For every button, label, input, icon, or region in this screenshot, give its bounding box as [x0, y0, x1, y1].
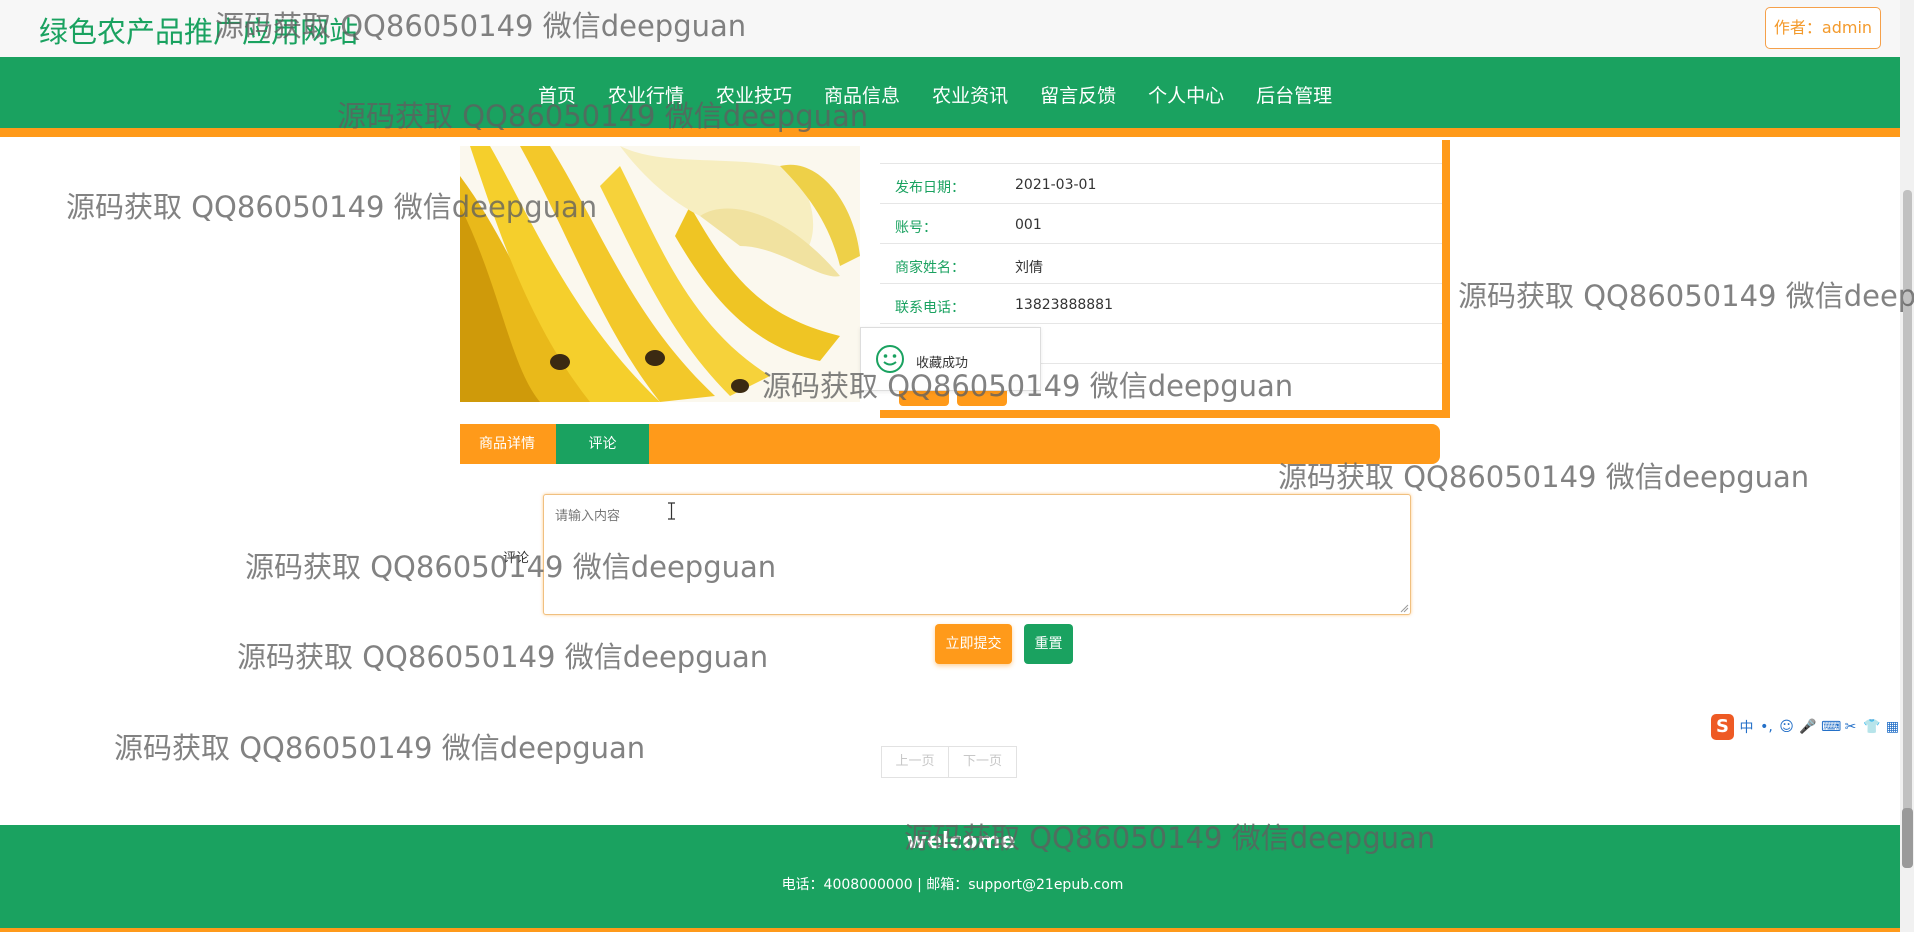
detail-label: 发布日期： [895, 180, 965, 196]
main-nav: 首页 农业行情 农业技巧 商品信息 农业资讯 留言反馈 个人中心 后台管理 [0, 57, 1900, 137]
cart-button[interactable] [957, 390, 1007, 406]
ime-toolbar: S 中 •, ☺ 🎤 ⌨ ✂ 👕 ▦ [1711, 714, 1900, 740]
detail-row-publish-date: 发布日期： 2021-03-01 [880, 164, 1442, 204]
ime-keyboard-icon[interactable]: ⌨ [1821, 719, 1841, 735]
toast-message: 收藏成功 [860, 327, 1041, 391]
tab-product-detail[interactable]: 商品详情 [460, 424, 554, 464]
nav-item-products[interactable]: 商品信息 [824, 81, 900, 108]
watermark: 源码获取 QQ86050149 微信deepguan [114, 731, 646, 765]
nav-list: 首页 农业行情 农业技巧 商品信息 农业资讯 留言反馈 个人中心 后台管理 [538, 81, 1364, 108]
nav-item-feedback[interactable]: 留言反馈 [1040, 81, 1116, 108]
detail-label: 账号： [895, 220, 937, 236]
nav-item-home[interactable]: 首页 [538, 81, 576, 108]
watermark: 源码获取 QQ86050149 微信deepguan [237, 640, 769, 674]
favorite-button[interactable] [899, 390, 949, 406]
tab-bar: 商品详情 评论 [460, 424, 1440, 464]
scroll-thumb[interactable] [1903, 190, 1912, 840]
scroll-thumb-handle[interactable] [1902, 808, 1913, 868]
detail-label: 商家姓名： [895, 260, 965, 276]
top-bar: 绿色农产品推广应用网站 作者：admin [0, 0, 1900, 57]
watermark: 源码获取 QQ86050149 微信deepguan [1458, 279, 1914, 313]
nav-item-admin[interactable]: 后台管理 [1256, 81, 1332, 108]
detail-row-cut [880, 140, 1442, 164]
ime-menu-icon[interactable]: ▦ [1885, 719, 1900, 735]
detail-row-phone: 联系电话： 13823888881 [880, 284, 1442, 324]
pagination: 上一页 下一页 [881, 746, 1017, 778]
ime-emoji-icon[interactable]: ☺ [1779, 719, 1794, 735]
ime-chinese-key[interactable]: 中 [1739, 717, 1754, 737]
footer: welcome 电话：4008000000 | 邮箱：support@21epu… [0, 825, 1900, 932]
detail-value: 2021-03-01 [1015, 177, 1097, 193]
resize-grip-icon[interactable] [1399, 603, 1409, 613]
nav-item-market[interactable]: 农业行情 [608, 81, 684, 108]
nav-item-tips[interactable]: 农业技巧 [716, 81, 792, 108]
submit-button[interactable]: 立即提交 [935, 624, 1012, 664]
ime-tool-icon[interactable]: ✂ [1843, 719, 1858, 735]
comment-label: 评论 [503, 551, 530, 566]
product-image [460, 146, 860, 402]
ime-punct-key[interactable]: •, [1759, 719, 1774, 735]
ime-logo-icon[interactable]: S [1711, 714, 1734, 740]
footer-contact: 电话：4008000000 | 邮箱：support@21epub.com [781, 877, 1124, 893]
text-cursor-icon [668, 502, 675, 520]
tab-comments[interactable]: 评论 [556, 424, 649, 464]
ime-mic-icon[interactable]: 🎤 [1799, 719, 1816, 735]
smile-icon [876, 345, 904, 373]
author-badge[interactable]: 作者：admin [1765, 7, 1881, 49]
detail-value: 13823888881 [1015, 297, 1113, 313]
detail-label: 联系电话： [895, 300, 965, 316]
toast-text: 收藏成功 [916, 356, 969, 371]
ime-skin-icon[interactable]: 👕 [1863, 719, 1880, 735]
footer-welcome: welcome [906, 829, 1016, 854]
nav-item-news[interactable]: 农业资讯 [932, 81, 1008, 108]
detail-row-account: 账号： 001 [880, 204, 1442, 244]
nav-item-profile[interactable]: 个人中心 [1148, 81, 1224, 108]
detail-value: 001 [1015, 217, 1042, 233]
prev-page-button[interactable]: 上一页 [881, 746, 949, 778]
reset-button[interactable]: 重置 [1024, 624, 1073, 664]
next-page-button[interactable]: 下一页 [949, 746, 1017, 778]
page-scrollbar[interactable] [1900, 0, 1914, 932]
site-title[interactable]: 绿色农产品推广应用网站 [39, 9, 358, 51]
detail-value: 刘倩 [1015, 260, 1043, 276]
detail-row-merchant: 商家姓名： 刘倩 [880, 244, 1442, 284]
banana-photo [460, 146, 860, 402]
